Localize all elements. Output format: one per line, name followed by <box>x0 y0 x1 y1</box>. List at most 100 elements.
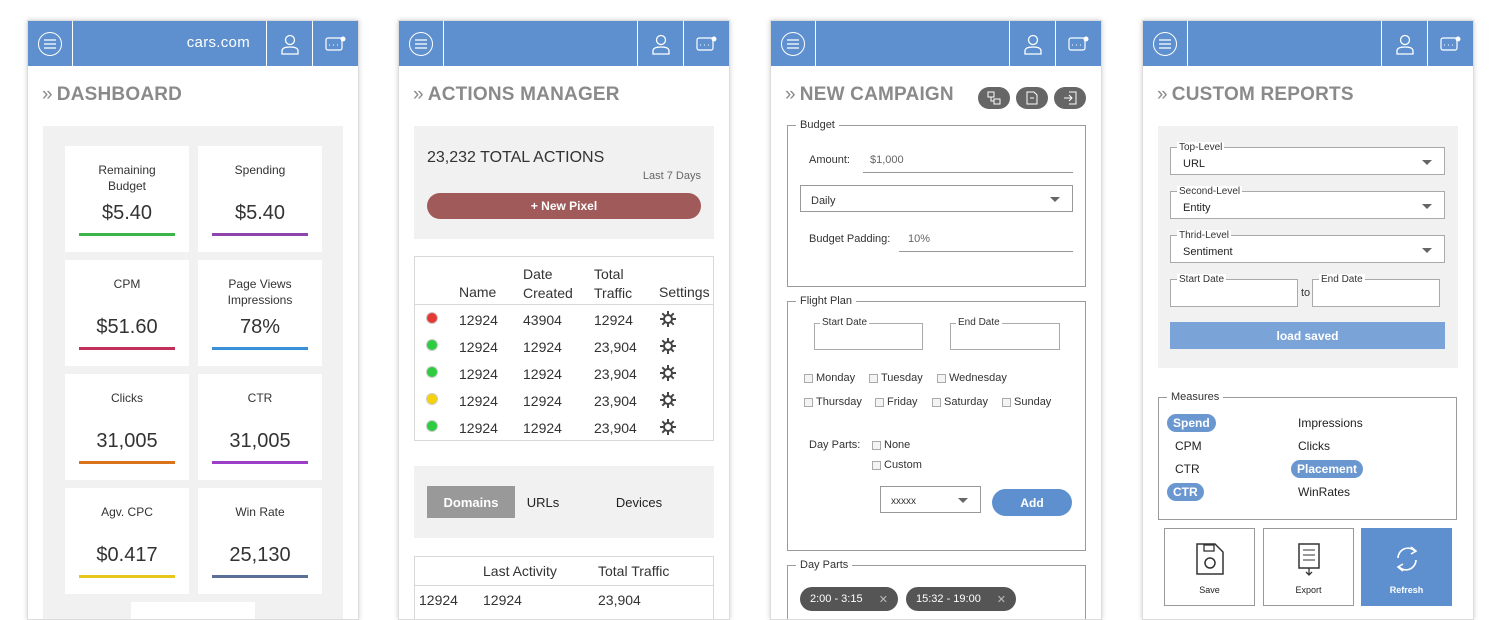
close-icon[interactable]: ✕ <box>879 593 888 606</box>
table-row[interactable]: 12924 12924 23,904 <box>415 337 713 361</box>
metric-card[interactable]: CPM $51.60 <box>65 260 189 366</box>
gear-icon[interactable] <box>660 419 676 435</box>
daypart-select[interactable]: xxxxx <box>880 486 981 513</box>
messages-button[interactable] <box>1055 21 1101 66</box>
sign-in-icon <box>1064 91 1077 105</box>
close-icon[interactable]: ✕ <box>997 593 1006 606</box>
third-level-select[interactable]: Thrid-Level Sentiment <box>1170 230 1445 263</box>
metric-label: Clicks <box>111 391 143 405</box>
metrics-panel: Remaining Budget $5.40 Spending $5.40 CPM $… <box>43 126 343 619</box>
metric-card[interactable]: Spending $5.40 <box>198 146 322 252</box>
status-dot <box>426 339 438 351</box>
frequency-select[interactable]: Daily <box>800 185 1073 212</box>
tab-domains[interactable]: Domains <box>427 486 515 518</box>
menu-button[interactable] <box>399 21 444 66</box>
checkbox-custom[interactable]: Custom <box>872 459 922 471</box>
checkbox-saturday[interactable]: Saturday <box>932 396 988 408</box>
row-traffic: 12924 <box>594 312 633 328</box>
checkbox-friday[interactable]: Friday <box>875 396 918 408</box>
tab-devices[interactable]: Devices <box>609 486 669 518</box>
save-button[interactable]: Save <box>1164 528 1255 606</box>
measure-winrates[interactable]: WinRates <box>1298 483 1350 501</box>
checkbox-tuesday[interactable]: Tuesday <box>869 372 923 384</box>
end-date-label: End Date <box>956 317 1002 328</box>
metric-card[interactable]: Win Rate 25,130 <box>198 488 322 594</box>
measure-ctr[interactable]: CTR <box>1175 460 1200 478</box>
table-row[interactable]: 12924 43904 12924 <box>415 310 713 334</box>
gear-icon[interactable] <box>660 311 676 327</box>
chevron-down-icon <box>1422 160 1432 165</box>
checkbox-wednesday[interactable]: Wednesday <box>937 372 1007 384</box>
menu-button[interactable] <box>771 21 816 66</box>
checkbox-sunday[interactable]: Sunday <box>1002 396 1051 408</box>
table-row[interactable]: 12924 12924 23,904 <box>415 364 713 388</box>
measure-placement[interactable]: Placement <box>1291 460 1364 478</box>
measure-ctr-2[interactable]: CTR <box>1167 483 1204 501</box>
start-date-field[interactable]: Start Date <box>814 317 923 350</box>
daypart-value: xxxxx <box>891 496 916 507</box>
menu-icon <box>38 31 62 56</box>
messages-button[interactable] <box>683 21 729 66</box>
checkbox-label: Sunday <box>1014 396 1052 408</box>
table-row[interactable]: 12924 12924 23,904 <box>415 391 713 415</box>
measure-cpm[interactable]: CPM <box>1175 437 1202 455</box>
row-traffic: 23,904 <box>594 366 637 382</box>
checkbox-thursday[interactable]: Thursday <box>804 396 862 408</box>
col-header-date: Date Created <box>523 266 573 301</box>
new-pixel-button[interactable]: + New Pixel <box>427 193 701 219</box>
metric-card[interactable]: Agv. CPC $0.417 <box>65 488 189 594</box>
daypart-chip[interactable]: 2:00 - 3:15 ✕ <box>800 587 898 611</box>
export-button[interactable] <box>1054 87 1086 109</box>
chevron-down-icon <box>1422 204 1432 209</box>
amount-input[interactable]: $1,000 <box>863 149 1073 173</box>
gear-icon[interactable] <box>660 365 676 381</box>
second-level-select[interactable]: Second-Level Entity <box>1170 186 1445 219</box>
load-saved-button[interactable]: load saved <box>1170 322 1445 349</box>
profile-button[interactable] <box>1009 21 1055 66</box>
metric-card[interactable]: CTR 31,005 <box>198 374 322 480</box>
amount-label: Amount: <box>809 154 850 166</box>
menu-button[interactable] <box>28 21 73 66</box>
measure-clicks[interactable]: Clicks <box>1298 437 1330 455</box>
metric-value: $5.40 <box>234 202 286 224</box>
metric-card[interactable]: Remaining Budget $5.40 <box>65 146 189 252</box>
metric-card[interactable]: Page Views Impressions 78% <box>198 260 322 366</box>
checkbox-monday[interactable]: Monday <box>804 372 855 384</box>
export-report-button[interactable]: Export <box>1263 528 1354 606</box>
row-name: 12924 <box>459 312 498 328</box>
frequency-value: Daily <box>811 195 836 207</box>
profile-button[interactable] <box>266 21 312 66</box>
gear-icon[interactable] <box>660 392 676 408</box>
table-row[interactable]: 12924 12924 23,904 <box>415 418 713 442</box>
daypart-chip[interactable]: 15:32 - 19:00 ✕ <box>906 587 1016 611</box>
checkbox-none[interactable]: None <box>872 439 910 451</box>
profile-button[interactable] <box>637 21 683 66</box>
metric-bar <box>212 575 308 578</box>
save-label: Save <box>1199 585 1220 595</box>
dashboard-screen: cars.com » DASHBOARD Remaining Budget $5.4… <box>27 20 359 620</box>
gear-icon[interactable] <box>660 338 676 354</box>
end-date-field[interactable]: End Date <box>1312 274 1440 307</box>
measure-impressions[interactable]: Impressions <box>1298 414 1363 432</box>
divider <box>415 585 713 586</box>
profile-button[interactable] <box>1381 21 1427 66</box>
top-level-select[interactable]: Top-Level URL <box>1170 142 1445 175</box>
copy-button[interactable] <box>1016 87 1048 109</box>
menu-button[interactable] <box>1143 21 1188 66</box>
metric-label: Win Rate <box>235 505 285 519</box>
padding-input[interactable]: 10% <box>899 228 1073 252</box>
hierarchy-button[interactable] <box>978 87 1010 109</box>
metric-card[interactable]: Clicks 31,005 <box>65 374 189 480</box>
domains-table: Last Activity Total Traffic 12924 12924 … <box>414 556 714 619</box>
add-button[interactable]: Add <box>992 489 1072 516</box>
messages-button[interactable] <box>1427 21 1473 66</box>
messages-button[interactable] <box>312 21 358 66</box>
brand-label: cars.com <box>186 34 250 51</box>
custom-reports-screen: » CUSTOM REPORTS Top-Level URL Second-Leve… <box>1142 20 1474 620</box>
measure-spend[interactable]: Spend <box>1167 414 1216 432</box>
end-date-field[interactable]: End Date <box>950 317 1060 350</box>
tab-urls[interactable]: URLs <box>519 486 567 518</box>
refresh-button[interactable]: Refresh <box>1361 528 1452 606</box>
start-date-field[interactable]: Start Date <box>1170 274 1298 307</box>
metric-bar <box>79 347 175 350</box>
